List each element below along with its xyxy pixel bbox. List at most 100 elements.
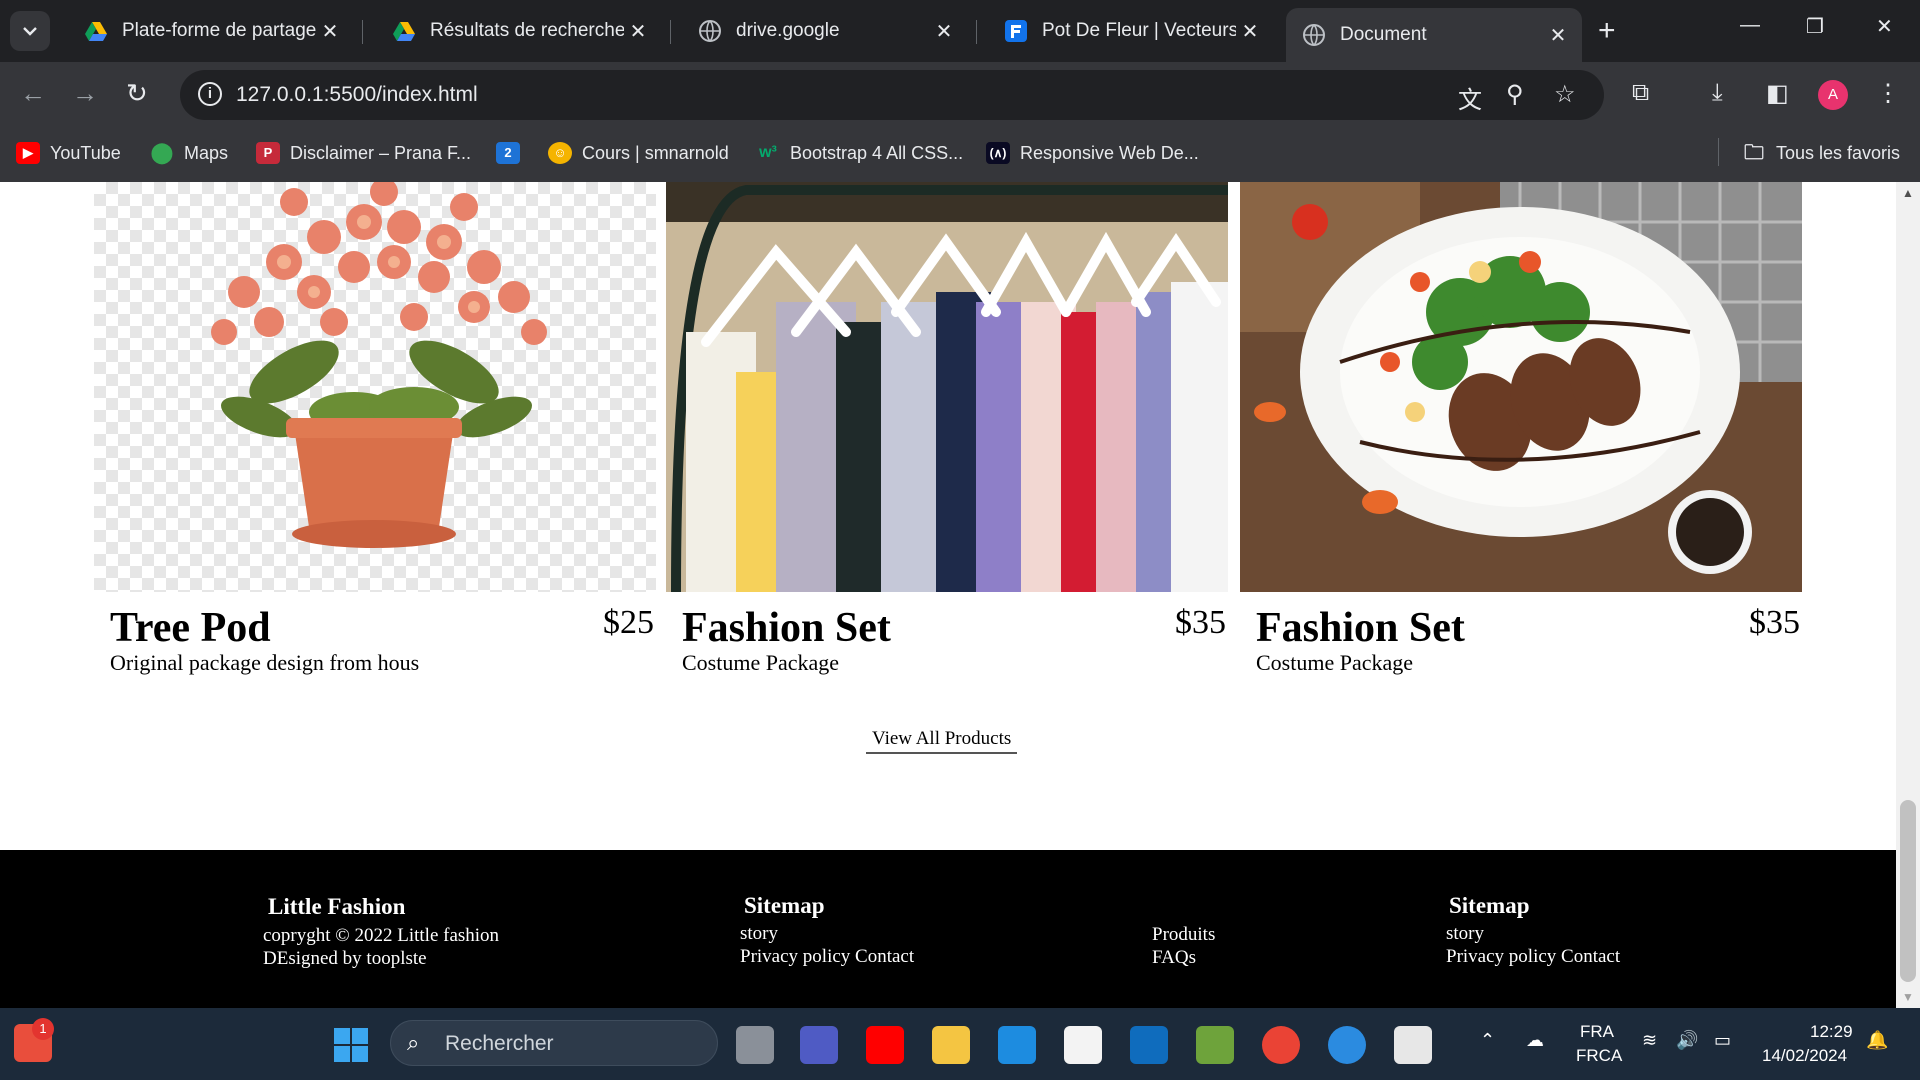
download-icon[interactable]: ⤓ <box>1712 79 1723 107</box>
extensions-icon[interactable]: ⧉ <box>1632 79 1649 107</box>
tab-title: Pot De Fleur | Vecteurs et <box>1042 20 1236 41</box>
bookmark-maps[interactable]: ⬤ Maps <box>150 138 228 168</box>
youtube-app-icon[interactable] <box>866 1026 904 1064</box>
tab-pot-de-fleur[interactable]: Pot De Fleur | Vecteurs et ✕ <box>988 8 1274 54</box>
close-icon[interactable]: ✕ <box>316 19 344 44</box>
scrollbar-thumb[interactable] <box>1900 800 1916 982</box>
taskbar-search-box[interactable]: ⌕ Rechercher <box>390 1020 718 1066</box>
side-panel-icon[interactable]: ◧ <box>1766 79 1789 108</box>
product-price: $35 <box>1749 604 1800 641</box>
bookmark-number-2[interactable]: 2 <box>496 138 520 168</box>
footer-link-produits[interactable]: Produits <box>1152 924 1215 946</box>
windows-start-icon[interactable] <box>332 1026 370 1064</box>
edge-icon[interactable] <box>1328 1026 1366 1064</box>
restore-button[interactable]: ❐ <box>1806 14 1824 39</box>
tab-drive-google[interactable]: drive.google ✕ <box>682 8 968 54</box>
globe-icon <box>699 20 721 42</box>
language-bottom[interactable]: FRCA <box>1576 1046 1622 1066</box>
google-drive-icon <box>393 22 415 41</box>
footer-designed-by: DEsigned by tooplste <box>263 948 427 969</box>
battery-icon[interactable]: ▭ <box>1714 1030 1731 1051</box>
volume-icon[interactable]: 🔊 <box>1676 1030 1698 1051</box>
window-close-button[interactable]: ✕ <box>1876 14 1893 39</box>
tab-plate-forme[interactable]: Plate-forme de partage d ✕ <box>68 8 354 54</box>
flower-pot-image[interactable] <box>94 182 656 592</box>
folder-icon: 🗀 <box>1744 142 1764 164</box>
bookmark-cours[interactable]: ☺ Cours | smnarnold <box>548 138 729 168</box>
clothes-rack-image[interactable] <box>666 182 1228 592</box>
close-icon[interactable]: ✕ <box>1544 23 1572 48</box>
notepad-icon[interactable] <box>1196 1026 1234 1064</box>
kebab-menu-icon[interactable]: ⋮ <box>1876 79 1900 108</box>
tab-title: drive.google <box>736 20 840 41</box>
product-title: Tree Pod <box>110 605 271 651</box>
profile-avatar[interactable]: A <box>1818 80 1848 110</box>
translate-icon[interactable]: 文 <box>1458 80 1482 115</box>
footer-link-story[interactable]: story <box>740 923 778 945</box>
footer-link-faqs[interactable]: FAQs <box>1152 947 1196 969</box>
url-text[interactable]: 127.0.0.1:5500/index.html <box>236 83 478 107</box>
bookmark-disclaimer[interactable]: P Disclaimer – Prana F... <box>256 138 471 168</box>
scroll-up-arrow-icon[interactable]: ▲ <box>1902 186 1914 200</box>
language-top[interactable]: FRA <box>1580 1022 1614 1042</box>
teams-icon[interactable] <box>800 1026 838 1064</box>
youtube-icon: ▶ <box>16 142 40 164</box>
tab-search-button[interactable] <box>10 11 50 51</box>
bookmark-label: Bootstrap 4 All CSS... <box>790 142 964 163</box>
close-icon[interactable]: ✕ <box>624 19 652 44</box>
footer-link-privacy-contact[interactable]: Privacy policy Contact <box>740 946 914 968</box>
tab-title: Résultats de recherche - <box>430 20 624 41</box>
task-view-icon[interactable] <box>736 1026 774 1064</box>
footer-link-privacy-contact-2[interactable]: Privacy policy Contact <box>1446 946 1620 968</box>
chrome-icon[interactable] <box>1262 1026 1300 1064</box>
product-description: Costume Package <box>1256 650 1414 675</box>
bookmark-youtube[interactable]: ▶ YouTube <box>16 138 121 168</box>
plus-icon: + <box>1598 14 1616 47</box>
product-card[interactable]: Fashion Set $35 Costume Package <box>666 182 1228 675</box>
product-title: Fashion Set <box>1256 605 1465 651</box>
close-icon[interactable]: ✕ <box>1236 19 1264 44</box>
product-card[interactable]: Fashion Set $35 Costume Package <box>1240 182 1802 675</box>
google-drive-icon <box>85 22 107 41</box>
browser-toolbar: ← → ↻ i 127.0.0.1:5500/index.html 文 ⚲ ☆ … <box>0 62 1920 126</box>
all-bookmarks-folder[interactable]: 🗀 Tous les favoris <box>1742 138 1900 168</box>
tab-resultats[interactable]: Résultats de recherche - ✕ <box>376 8 662 54</box>
notifications-bell-icon[interactable]: 🔔 <box>1866 1030 1888 1051</box>
zoom-icon[interactable]: ⚲ <box>1506 80 1524 109</box>
bookmark-responsive[interactable]: (∧) Responsive Web De... <box>986 138 1199 168</box>
file-explorer-icon[interactable] <box>932 1026 970 1064</box>
freepik-icon <box>1005 20 1027 42</box>
address-bar[interactable]: i 127.0.0.1:5500/index.html 文 ⚲ ☆ <box>180 70 1604 120</box>
salad-plate-image[interactable] <box>1240 182 1802 592</box>
wifi-icon[interactable]: ≋ <box>1642 1030 1657 1051</box>
view-all-products-link[interactable]: View All Products <box>866 728 1018 754</box>
vscode-icon[interactable] <box>998 1026 1036 1064</box>
tab-document[interactable]: Document ✕ <box>1286 8 1582 62</box>
microsoft-store-icon[interactable] <box>1064 1026 1102 1064</box>
clock-time[interactable]: 12:29 <box>1810 1022 1853 1042</box>
outlook-icon[interactable] <box>1130 1026 1168 1064</box>
footer-brand-title: Little Fashion <box>268 894 406 919</box>
star-icon[interactable]: ☆ <box>1554 80 1576 109</box>
minimize-button[interactable]: — <box>1740 14 1760 37</box>
footer-link-story-2[interactable]: story <box>1446 923 1484 945</box>
back-button[interactable]: ← <box>20 78 46 109</box>
onedrive-icon[interactable]: ☁ <box>1526 1030 1544 1051</box>
scroll-down-arrow-icon[interactable]: ▼ <box>1902 990 1914 1004</box>
globe-icon <box>1303 24 1325 46</box>
bookmark-label: YouTube <box>50 142 121 163</box>
close-icon[interactable]: ✕ <box>930 19 958 44</box>
page-scrollbar[interactable]: ▲ ▼ <box>1896 182 1920 1008</box>
new-tab-button[interactable]: + <box>1598 14 1616 48</box>
bookmarks-divider <box>1718 138 1719 166</box>
reload-button[interactable]: ↻ <box>126 78 148 109</box>
footer-copyright: copryght © 2022 Little fashion <box>263 925 500 946</box>
site-info-icon[interactable]: i <box>198 82 222 106</box>
chevron-up-icon[interactable]: ⌃ <box>1480 1030 1495 1051</box>
forward-button[interactable]: → <box>72 78 98 109</box>
arrow-left-icon: ← <box>20 78 46 108</box>
clock-date[interactable]: 14/02/2024 <box>1762 1046 1847 1066</box>
product-card[interactable]: Tree Pod $25 Original package design fro… <box>94 182 656 675</box>
bookmark-bootstrap[interactable]: w³ Bootstrap 4 All CSS... <box>756 138 963 168</box>
snipping-tool-icon[interactable] <box>1394 1026 1432 1064</box>
